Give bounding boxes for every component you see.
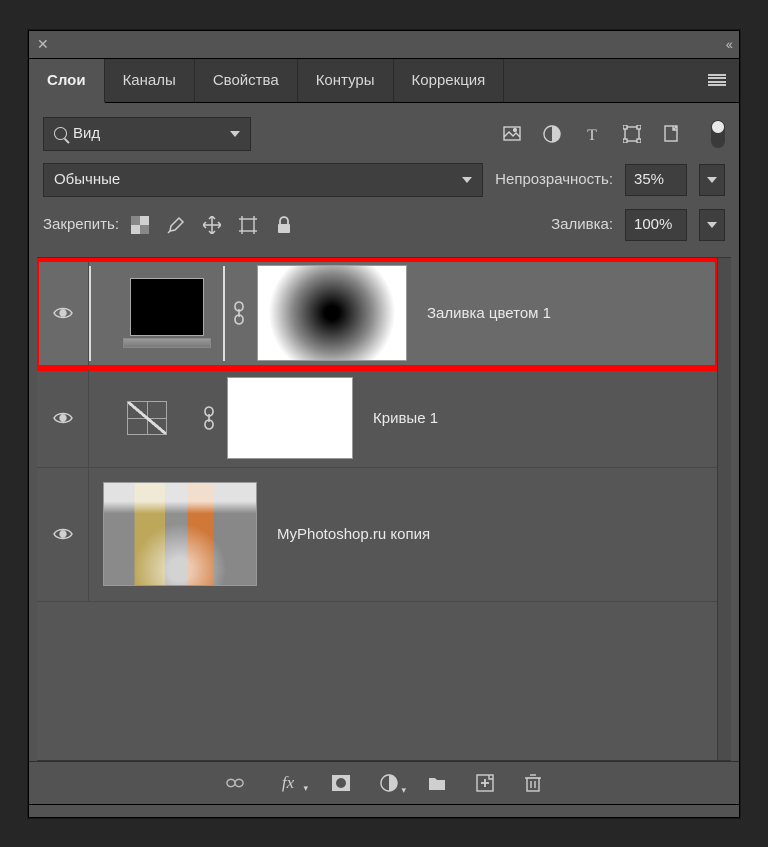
layer-thumbnail[interactable] bbox=[103, 482, 257, 586]
filter-type-icons: T bbox=[503, 125, 681, 143]
fill-input[interactable]: 100% bbox=[625, 209, 687, 241]
filter-type-icon[interactable]: T bbox=[583, 125, 601, 143]
indent-marker bbox=[223, 266, 225, 361]
layer-row[interactable]: MyPhotoshop.ru копия bbox=[37, 468, 717, 602]
visibility-eye-icon[interactable] bbox=[53, 527, 73, 541]
lock-pixels-icon[interactable] bbox=[167, 216, 185, 234]
layer-filter-kind-dropdown[interactable]: Вид bbox=[43, 117, 251, 151]
filter-kind-label: Вид bbox=[73, 125, 100, 142]
layer-name[interactable]: Кривые 1 bbox=[373, 410, 438, 427]
curves-icon bbox=[127, 401, 167, 435]
layer-thumbnail[interactable] bbox=[123, 278, 211, 348]
hamburger-icon bbox=[708, 74, 726, 86]
filter-toggle-switch[interactable] bbox=[711, 120, 725, 148]
tab-channels[interactable]: Каналы bbox=[105, 59, 195, 102]
search-icon bbox=[54, 127, 67, 140]
scrollbar[interactable] bbox=[717, 258, 731, 760]
layer-name[interactable]: Заливка цветом 1 bbox=[427, 305, 551, 322]
indent-marker bbox=[89, 266, 91, 361]
tab-adjustments[interactable]: Коррекция bbox=[394, 59, 505, 102]
panel-menu-button[interactable] bbox=[695, 59, 739, 102]
tab-layers[interactable]: Слои bbox=[29, 59, 105, 103]
filter-shape-icon[interactable] bbox=[623, 125, 641, 143]
layers-list: Заливка цветом 1 Кривые 1 bbox=[37, 257, 731, 761]
lock-transparency-icon[interactable] bbox=[131, 216, 149, 234]
tab-properties[interactable]: Свойства bbox=[195, 59, 298, 102]
lock-artboard-icon[interactable] bbox=[239, 216, 257, 234]
chevron-down-icon bbox=[707, 177, 717, 183]
panel-tabs: Слои Каналы Свойства Контуры Коррекция bbox=[29, 59, 739, 103]
layer-mask-thumbnail[interactable] bbox=[227, 377, 353, 459]
opacity-label: Непрозрачность: bbox=[495, 171, 613, 188]
collapse-icon[interactable]: ‹‹ bbox=[726, 36, 731, 52]
blend-mode-value: Обычные bbox=[54, 171, 120, 188]
close-icon[interactable]: ✕ bbox=[37, 36, 49, 53]
link-layers-icon[interactable] bbox=[226, 774, 244, 792]
layer-row[interactable]: Заливка цветом 1 bbox=[37, 258, 717, 370]
layer-name[interactable]: MyPhotoshop.ru копия bbox=[277, 526, 430, 543]
chevron-down-icon bbox=[230, 131, 240, 137]
blend-mode-dropdown[interactable]: Обычные bbox=[43, 163, 483, 197]
filter-pixel-icon[interactable] bbox=[503, 125, 521, 143]
panel-titlebar: ✕ ‹‹ bbox=[29, 31, 739, 59]
chevron-down-icon bbox=[462, 177, 472, 183]
opacity-input[interactable]: 35% bbox=[625, 164, 687, 196]
layer-thumbnail[interactable] bbox=[103, 401, 191, 435]
filter-row: Вид T bbox=[29, 103, 739, 159]
chevron-down-icon bbox=[707, 222, 717, 228]
mask-link-icon[interactable] bbox=[231, 301, 247, 325]
lock-label: Закрепить: bbox=[43, 216, 119, 233]
filter-smartobject-icon[interactable] bbox=[663, 125, 681, 143]
layer-fx-icon[interactable]: fx ▾ bbox=[274, 774, 302, 792]
lock-all-icon[interactable] bbox=[275, 216, 293, 234]
layers-footer: fx ▾ ▾ bbox=[29, 761, 739, 805]
visibility-eye-icon[interactable] bbox=[53, 411, 73, 425]
blend-row: Обычные Непрозрачность: 35% bbox=[29, 159, 739, 205]
new-group-icon[interactable] bbox=[428, 774, 446, 792]
add-mask-icon[interactable] bbox=[332, 774, 350, 792]
fill-label: Заливка: bbox=[551, 216, 613, 233]
fill-dropdown-button[interactable] bbox=[699, 209, 725, 241]
filter-adjustment-icon[interactable] bbox=[543, 125, 561, 143]
layers-panel: ✕ ‹‹ Слои Каналы Свойства Контуры Коррек… bbox=[28, 30, 740, 818]
new-adjustment-icon[interactable]: ▾ bbox=[380, 774, 398, 792]
layer-row[interactable]: Кривые 1 bbox=[37, 370, 717, 468]
svg-text:T: T bbox=[587, 127, 597, 143]
visibility-eye-icon[interactable] bbox=[53, 306, 73, 320]
tab-paths[interactable]: Контуры bbox=[298, 59, 394, 102]
mask-link-icon[interactable] bbox=[201, 406, 217, 430]
opacity-dropdown-button[interactable] bbox=[699, 164, 725, 196]
lock-row: Закрепить: Заливка: 100% bbox=[29, 205, 739, 253]
delete-layer-icon[interactable] bbox=[524, 774, 542, 792]
layer-mask-thumbnail[interactable] bbox=[257, 265, 407, 361]
new-layer-icon[interactable] bbox=[476, 774, 494, 792]
lock-position-icon[interactable] bbox=[203, 216, 221, 234]
